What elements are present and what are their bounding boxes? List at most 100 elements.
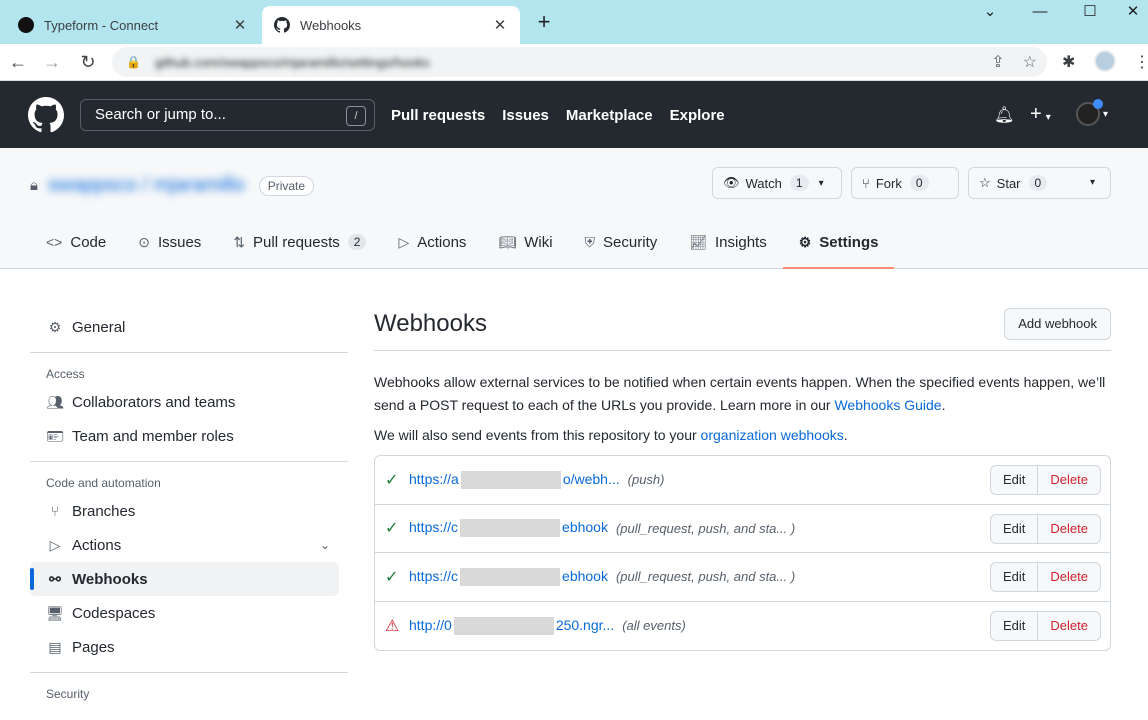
star-label: Star (996, 175, 1021, 191)
tab-issues[interactable]: ⊙ Issues (122, 228, 217, 256)
nav-pull-requests[interactable]: Pull requests (391, 107, 485, 124)
tab-title: Typeform - Connect (44, 17, 159, 33)
share-icon[interactable]: ⇪ (991, 52, 1004, 72)
star-list-dropdown[interactable]: ▾ (1075, 167, 1111, 199)
reload-icon[interactable]: ↻ (76, 50, 100, 74)
nav-marketplace[interactable]: Marketplace (566, 107, 653, 124)
tab-list-icon[interactable]: ⌄ (975, 2, 1005, 22)
browser-tab-webhooks[interactable]: Webhooks ✕ (262, 6, 520, 44)
tab-settings[interactable]: ⚙ Settings (782, 228, 895, 269)
tab-pull-requests[interactable]: ⇅ Pull requests 2 (217, 228, 382, 256)
webhooks-guide-link[interactable]: Webhooks Guide (834, 397, 941, 413)
tab-title: Webhooks (300, 17, 362, 33)
sidebar-group-access: Access (46, 367, 85, 381)
sidebar-group-automation: Code and automation (46, 476, 161, 490)
maximize-button[interactable]: ☐ (1075, 2, 1105, 22)
edit-webhook-button[interactable]: Edit (990, 513, 1039, 544)
pull-request-icon: ⇅ (233, 233, 246, 250)
play-icon: ▷ (398, 233, 410, 250)
nav-explore[interactable]: Explore (670, 107, 725, 124)
organization-webhooks-link[interactable]: organization webhooks (701, 427, 844, 443)
close-window-button[interactable]: ✕ (1118, 2, 1148, 22)
minimize-button[interactable]: — (1025, 2, 1055, 22)
new-tab-button[interactable]: + (532, 10, 556, 34)
delete-webhook-button[interactable]: Delete (1038, 513, 1101, 544)
sidebar-item-actions[interactable]: ▷ Actions ⌄ (30, 528, 348, 562)
user-avatar[interactable] (1076, 99, 1103, 126)
delete-webhook-button[interactable]: Delete (1038, 610, 1101, 641)
watch-button[interactable]: 👁︎ Watch 1 ▾ (712, 167, 842, 199)
sidebar-item-codespaces[interactable]: 🖥︎ Codespaces (30, 596, 348, 630)
watch-label: Watch (745, 175, 782, 191)
fork-icon: ⑂ (862, 175, 870, 191)
eye-icon: 👁︎ (723, 175, 740, 190)
webhook-icon: ⚯ (49, 570, 61, 587)
tab-close-icon[interactable]: ✕ (232, 16, 248, 34)
edit-webhook-button[interactable]: Edit (990, 465, 1039, 495)
browser-toolbar: ← → ↻ 🔒 github.com/swappsco/mjaramillo/s… (0, 44, 1148, 81)
star-count: 0 (1028, 175, 1048, 191)
extensions-puzzle-icon[interactable]: ✱ (1062, 52, 1075, 72)
graph-icon: 📈︎ (689, 233, 708, 250)
delete-webhook-button[interactable]: Delete (1038, 562, 1101, 592)
redacted-block (460, 519, 561, 538)
nav-issues[interactable]: Issues (502, 107, 549, 124)
tab-insights[interactable]: 📈︎ Insights (673, 228, 782, 256)
repo-owner-name[interactable]: swappsco / mjaramillo (48, 174, 245, 197)
sidebar-item-pages[interactable]: ▤ Pages (30, 630, 348, 664)
check-icon: ✓ (385, 568, 399, 586)
code-icon: <> (46, 234, 63, 250)
chevron-down-icon[interactable]: ⌄ (320, 538, 330, 552)
github-header: Search or jump to... / Pull requests Iss… (0, 81, 1148, 148)
webhook-url-link[interactable]: https://a o/webh... (409, 471, 620, 489)
forward-arrow-icon[interactable]: → (40, 50, 64, 74)
webhook-row: ⚠ http://0 250.ngr... (all events) Edit De… (375, 602, 1110, 651)
sidebar-item-branches[interactable]: ⑂ Branches (30, 494, 348, 528)
tab-actions[interactable]: ▷ Actions (382, 228, 482, 256)
back-arrow-icon[interactable]: ← (6, 50, 30, 74)
issue-icon: ⊙ (138, 233, 150, 250)
sidebar-item-webhooks[interactable]: ⚯ Webhooks (30, 562, 339, 596)
star-button[interactable]: ☆ Star 0 (968, 167, 1076, 199)
bookmark-star-icon[interactable]: ☆ (1023, 52, 1037, 72)
add-webhook-button[interactable]: Add webhook (1004, 308, 1111, 340)
webhook-events: (push) (627, 472, 665, 488)
github-favicon-icon (274, 17, 290, 33)
fork-button[interactable]: ⑂ Fork 0 (851, 167, 959, 199)
address-bar[interactable]: 🔒 github.com/swappsco/mjaramillo/setting… (112, 47, 1047, 77)
webhook-url-link[interactable]: https://c ebhook (409, 519, 608, 538)
tab-security[interactable]: ⛨ Security (569, 228, 674, 256)
webhooks-main: Webhooks Add webhook Webhooks allow exte… (374, 305, 1111, 651)
repo-nav-tabs: <> Code ⊙ Issues ⇅ Pull requests 2 ▷ Actions … (30, 228, 895, 269)
github-search-input[interactable]: Search or jump to... / (80, 99, 375, 131)
github-global-nav: Pull requests Issues Marketplace Explore (391, 107, 725, 124)
webhook-url-link[interactable]: https://c ebhook (409, 568, 608, 586)
github-logo-icon[interactable] (28, 97, 64, 133)
sidebar-group-security: Security (46, 687, 90, 701)
sidebar-item-member-roles[interactable]: 🪪︎ Team and member roles (30, 419, 348, 453)
people-icon: 👥︎ (46, 393, 64, 410)
settings-sidebar: ⚙ General Access 👥︎ Collaborators and team… (30, 310, 348, 705)
profile-avatar[interactable] (1094, 50, 1116, 72)
browser-tab-typeform[interactable]: Typeform - Connect ✕ (6, 6, 260, 44)
redacted-block (460, 567, 561, 586)
typeform-favicon-icon (18, 17, 34, 33)
notification-bell-icon[interactable]: 🔔︎ (994, 105, 1014, 125)
check-icon: ✓ (385, 520, 399, 538)
sidebar-item-collaborators[interactable]: 👥︎ Collaborators and teams (30, 385, 348, 419)
search-shortcut-key: / (346, 106, 366, 126)
delete-webhook-button[interactable]: Delete (1038, 465, 1101, 495)
visibility-badge: Private (258, 175, 315, 196)
tab-code[interactable]: <> Code (30, 228, 122, 256)
edit-webhook-button[interactable]: Edit (990, 610, 1039, 641)
browser-menu-icon[interactable]: ⋮ (1134, 52, 1148, 72)
create-new-plus-icon[interactable]: + ▾ (1030, 103, 1051, 126)
avatar-dropdown-icon[interactable]: ▾ (1103, 109, 1108, 120)
tab-wiki[interactable]: 📖︎ Wiki (482, 228, 568, 256)
book-icon: 📖︎ (498, 233, 517, 250)
edit-webhook-button[interactable]: Edit (990, 562, 1039, 592)
sidebar-item-general[interactable]: ⚙ General (30, 310, 348, 344)
webhook-url-link[interactable]: http://0 250.ngr... (409, 617, 614, 635)
repo-lock-icon: 🔒︎ (30, 177, 38, 194)
tab-close-icon[interactable]: ✕ (492, 16, 508, 34)
